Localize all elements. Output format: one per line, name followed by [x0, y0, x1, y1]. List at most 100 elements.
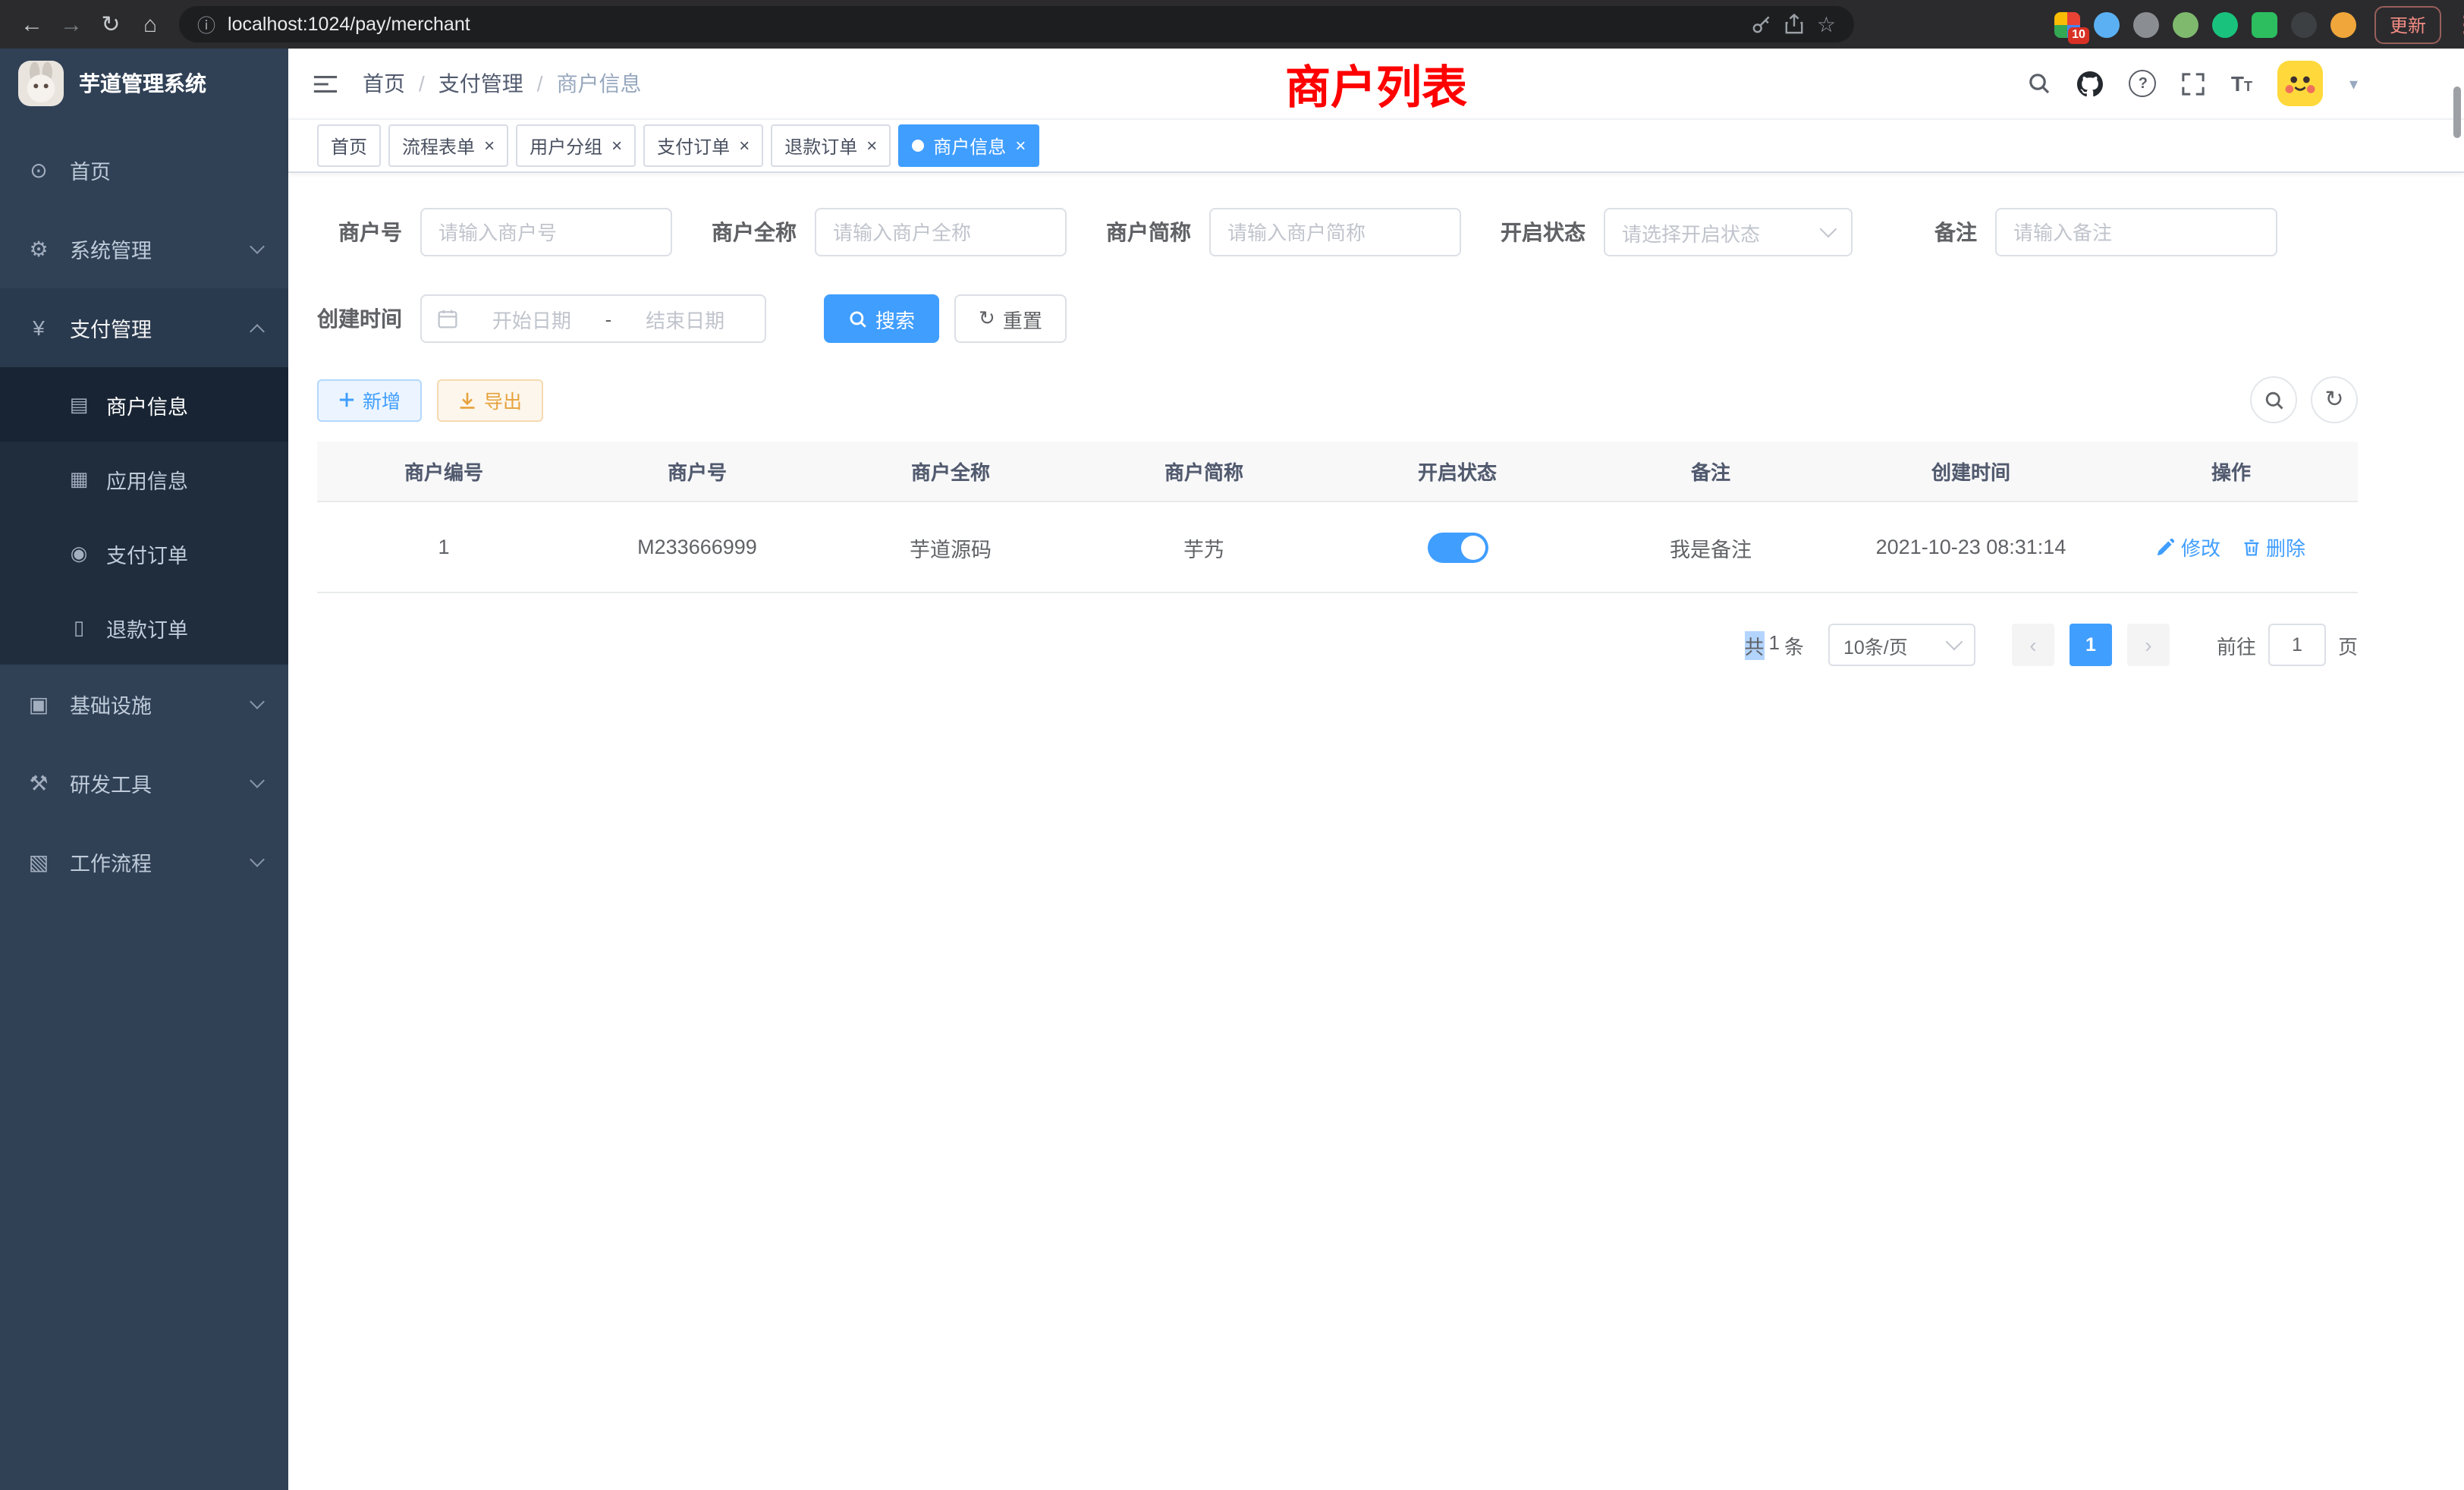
- gear-icon: ⚙: [26, 236, 52, 262]
- sidebar-item-label: 商户信息: [106, 389, 188, 420]
- cell-actions: 修改 删除: [2104, 533, 2358, 561]
- remark-input[interactable]: [1995, 208, 2277, 256]
- search-button[interactable]: 搜索: [824, 294, 939, 343]
- sidebar-item-devtools[interactable]: ⚒ 研发工具: [0, 743, 288, 822]
- start-date-placeholder[interactable]: 开始日期: [467, 304, 596, 333]
- cell-merchant-no: M233666999: [570, 536, 824, 558]
- add-button[interactable]: 新增: [317, 379, 422, 421]
- user-avatar[interactable]: [2278, 61, 2324, 106]
- home-icon[interactable]: ⌂: [130, 5, 170, 44]
- total-prefix: 共: [1744, 630, 1764, 659]
- goto-page-input[interactable]: [2268, 624, 2326, 666]
- tab-close-icon[interactable]: ×: [611, 137, 622, 155]
- password-key-icon[interactable]: [1752, 14, 1773, 35]
- forward-icon[interactable]: →: [52, 5, 91, 44]
- extension-badge: 10: [2068, 27, 2089, 43]
- column-header: 创建时间: [1837, 442, 2104, 501]
- page-1-button[interactable]: 1: [2070, 624, 2112, 666]
- calendar-icon: [437, 308, 458, 329]
- add-button-label: 新增: [363, 385, 401, 414]
- app-header: 首页 / 支付管理 / 商户信息 商户列表 ? TT: [288, 49, 2464, 118]
- extension-icon[interactable]: 10: [2054, 11, 2080, 37]
- sidebar-item-infrastructure[interactable]: ▣ 基础设施: [0, 665, 288, 743]
- edit-button[interactable]: 修改: [2157, 533, 2220, 561]
- bookmark-star-icon[interactable]: ☆: [1817, 11, 1836, 37]
- create-time-range[interactable]: 开始日期 - 结束日期: [420, 294, 766, 343]
- export-button[interactable]: 导出: [437, 379, 543, 421]
- tab-close-icon[interactable]: ×: [739, 137, 750, 155]
- chevron-down-icon: [1946, 633, 1963, 651]
- tab-close-icon[interactable]: ×: [866, 137, 877, 155]
- url-text[interactable]: localhost:1024/pay/merchant: [228, 14, 1740, 35]
- sidebar-item-home[interactable]: ⊙ 首页: [0, 130, 288, 209]
- address-bar[interactable]: ⓘ localhost:1024/pay/merchant ☆: [179, 6, 1854, 42]
- column-header: 备注: [1584, 442, 1837, 501]
- sidebar-item-label: 首页: [70, 155, 111, 185]
- sidebar: 芋道管理系统 ⊙ 首页 ⚙ 系统管理 ¥ 支付管理 ▤ 商户信息: [0, 49, 288, 1490]
- status-toggle[interactable]: [1427, 532, 1488, 562]
- prev-page-button[interactable]: ‹: [2012, 624, 2054, 666]
- full-name-input[interactable]: [815, 208, 1067, 256]
- back-icon[interactable]: ←: [12, 5, 52, 44]
- app-logo-row[interactable]: 芋道管理系统: [0, 49, 288, 118]
- reload-icon[interactable]: ↻: [91, 5, 130, 44]
- sidebar-item-system[interactable]: ⚙ 系统管理: [0, 209, 288, 288]
- site-info-icon[interactable]: ⓘ: [197, 11, 215, 37]
- end-date-placeholder[interactable]: 结束日期: [621, 304, 750, 333]
- tab-user-group[interactable]: 用户分组 ×: [516, 124, 636, 167]
- page-size-value: 10条/页: [1843, 630, 1908, 659]
- next-page-button[interactable]: ›: [2127, 624, 2170, 666]
- share-icon[interactable]: [1785, 14, 1805, 35]
- tools-icon: ⚒: [26, 770, 52, 796]
- extension-icon[interactable]: [2330, 11, 2356, 37]
- browser-menu-icon[interactable]: ⋮: [2453, 11, 2464, 38]
- document-icon: ▯: [67, 615, 91, 640]
- page-scrollbar[interactable]: [2453, 86, 2461, 138]
- sidebar-item-merchant-info[interactable]: ▤ 商户信息: [0, 367, 288, 442]
- delete-button[interactable]: 删除: [2242, 533, 2305, 561]
- caret-down-icon[interactable]: ▾: [2349, 74, 2358, 93]
- status-select[interactable]: 请选择开启状态: [1604, 208, 1853, 256]
- tab-label: 退款订单: [784, 133, 857, 159]
- extension-icon[interactable]: [2291, 11, 2317, 37]
- total-number: 1: [1768, 630, 1779, 659]
- filter-label: 商户全称: [712, 217, 797, 247]
- sidebar-item-app-info[interactable]: ▦ 应用信息: [0, 442, 288, 516]
- sidebar-item-payment[interactable]: ¥ 支付管理: [0, 288, 288, 367]
- tab-process-form[interactable]: 流程表单 ×: [388, 124, 508, 167]
- sidebar-item-workflow[interactable]: ▧ 工作流程: [0, 822, 288, 901]
- breadcrumb-home[interactable]: 首页: [363, 68, 405, 99]
- fullscreen-icon[interactable]: [2183, 72, 2205, 95]
- app-logo: [18, 61, 64, 106]
- hamburger-icon[interactable]: [313, 72, 338, 95]
- merchant-no-input[interactable]: [420, 208, 672, 256]
- help-icon[interactable]: ?: [2129, 70, 2157, 97]
- sidebar-item-refund-order[interactable]: ▯ 退款订单: [0, 590, 288, 665]
- extension-icon[interactable]: [2173, 11, 2198, 37]
- reset-button[interactable]: ↻ 重置: [954, 294, 1067, 343]
- column-header: 商户编号: [317, 442, 570, 501]
- extension-icon[interactable]: [2094, 11, 2120, 37]
- toggle-search-icon[interactable]: [2250, 376, 2297, 423]
- sidebar-item-pay-order[interactable]: ◉ 支付订单: [0, 516, 288, 590]
- tab-close-icon[interactable]: ×: [1015, 137, 1026, 155]
- extension-icon[interactable]: [2212, 11, 2238, 37]
- search-icon[interactable]: [2028, 71, 2052, 96]
- column-header: 操作: [2104, 442, 2358, 501]
- tab-home[interactable]: 首页: [317, 124, 381, 167]
- tab-merchant-info[interactable]: 商户信息 ×: [898, 124, 1039, 167]
- font-size-icon[interactable]: TT: [2231, 73, 2252, 94]
- tab-refund-order[interactable]: 退款订单 ×: [771, 124, 891, 167]
- browser-update-button[interactable]: 更新: [2374, 5, 2441, 43]
- extension-icon[interactable]: [2133, 11, 2159, 37]
- tab-pay-order[interactable]: 支付订单 ×: [643, 124, 763, 167]
- breadcrumb-section[interactable]: 支付管理: [438, 68, 523, 99]
- filter-status: 开启状态 请选择开启状态: [1501, 208, 1853, 256]
- tab-close-icon[interactable]: ×: [484, 137, 495, 155]
- extension-icon[interactable]: [2252, 11, 2277, 37]
- short-name-input[interactable]: [1209, 208, 1461, 256]
- github-icon[interactable]: [2078, 71, 2104, 96]
- table-header: 商户编号 商户号 商户全称 商户简称 开启状态 备注 创建时间 操作: [317, 442, 2358, 501]
- refresh-table-icon[interactable]: ↻: [2311, 376, 2358, 423]
- page-size-select[interactable]: 10条/页: [1828, 624, 1975, 666]
